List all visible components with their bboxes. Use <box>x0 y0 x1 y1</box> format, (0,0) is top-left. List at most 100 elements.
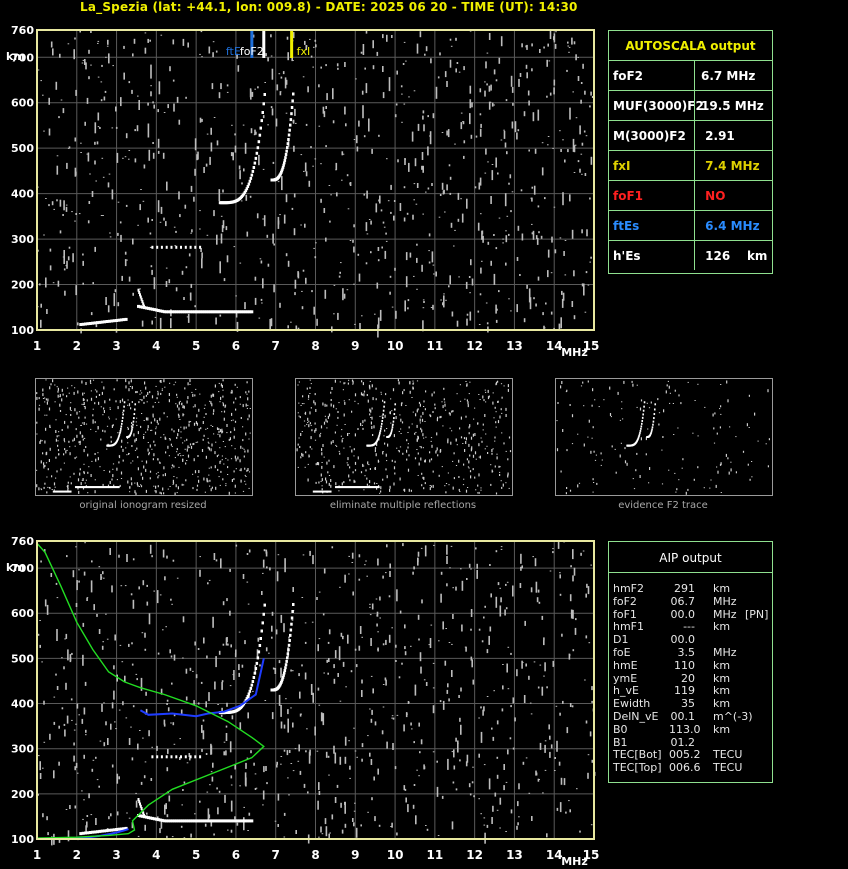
thumbnail-dot <box>417 475 419 476</box>
thumbnail-trace-dot <box>391 426 394 429</box>
x-tick-label: 9 <box>351 848 359 862</box>
thumbnail-dot <box>173 465 175 468</box>
noise-dot <box>163 217 165 221</box>
thumbnail-dot <box>432 470 434 473</box>
noise-dot <box>225 733 228 741</box>
thumbnail-dot <box>244 450 246 453</box>
noise-dot <box>523 111 526 117</box>
noise-dot <box>355 78 357 80</box>
thumbnail-dot <box>125 447 127 449</box>
thumbnail-dot <box>218 428 220 431</box>
noise-dot <box>94 141 96 145</box>
noise-dot <box>82 253 84 256</box>
noise-dot <box>472 679 475 685</box>
thumbnail-dot <box>192 487 194 490</box>
thumbnail-dot <box>726 380 728 384</box>
thumbnail-dot <box>499 466 501 468</box>
noise-dot <box>421 152 424 160</box>
f2-ordinary-trace <box>256 146 260 150</box>
thumbnail-dot <box>213 433 215 435</box>
thumbnail-dot <box>383 435 385 437</box>
noise-dot <box>372 40 374 49</box>
thumbnail-dot <box>113 388 115 391</box>
thumbnail-dot <box>424 460 426 463</box>
thumbnail-dot <box>467 404 469 408</box>
thumbnail-dot <box>474 476 476 479</box>
noise-dot <box>279 214 281 216</box>
noise-dot <box>591 700 593 703</box>
noise-dot <box>276 571 279 582</box>
noise-dot <box>369 752 371 757</box>
thumbnail-dot <box>75 456 78 458</box>
noise-dot <box>553 327 555 329</box>
noise-dot <box>334 650 337 659</box>
thumbnail-dot <box>299 446 301 448</box>
thumbnail-dot <box>320 425 323 429</box>
thumbnail-dot <box>299 416 301 419</box>
thumbnail-dot <box>442 425 444 427</box>
thumbnail-dot <box>425 436 427 438</box>
noise-dot <box>496 774 499 779</box>
thumbnail-dot <box>386 460 388 462</box>
thumbnail-dot <box>458 488 460 491</box>
noise-dot <box>134 129 136 132</box>
thumbnail-dot <box>435 450 437 454</box>
noise-dot <box>463 66 465 71</box>
noise-dot <box>567 45 569 47</box>
noise-dot <box>115 106 117 112</box>
thumbnail-dot <box>160 436 162 438</box>
noise-dot <box>507 646 510 648</box>
thumbnail-dot <box>297 412 299 414</box>
thumbnail-dot <box>233 435 235 439</box>
noise-dot <box>481 260 483 262</box>
noise-dot <box>447 683 449 688</box>
noise-dot <box>480 731 483 743</box>
thumbnail-dot <box>456 444 458 446</box>
thumbnail-dot <box>452 410 454 413</box>
thumbnail-dot <box>326 420 328 423</box>
aip-key: hmF2 <box>613 582 645 595</box>
noise-dot <box>52 48 54 56</box>
noise-dot <box>119 644 122 646</box>
noise-dot <box>98 785 100 788</box>
noise-dot <box>328 185 331 186</box>
thumbnail-dot <box>149 477 151 480</box>
f2-extraordinary-trace <box>283 669 287 672</box>
noise-dot <box>346 289 349 291</box>
thumbnail-noise <box>556 380 770 495</box>
thumbnail-dot <box>129 486 131 489</box>
noise-dot <box>486 824 489 828</box>
thumbnail-dot <box>181 483 183 486</box>
noise-dot <box>294 748 297 750</box>
thumbnail-dot <box>591 437 593 439</box>
noise-dot <box>43 130 45 132</box>
thumbnail-dot <box>727 457 729 460</box>
thumbnail-dot <box>242 426 244 428</box>
noise-dot <box>311 621 314 623</box>
thumbnail-dot <box>169 382 171 384</box>
noise-dot <box>288 794 290 796</box>
thumbnail-dot <box>319 434 321 438</box>
thumbnail-dot <box>499 474 501 476</box>
thumbnail-dot <box>63 438 65 442</box>
thumbnail-dot <box>304 413 306 415</box>
noise-dot <box>48 97 50 105</box>
thumbnail-dot <box>458 459 460 463</box>
noise-dot <box>573 145 576 153</box>
thumbnail-dot <box>122 459 124 462</box>
noise-dot <box>93 604 95 611</box>
noise-dot <box>456 320 459 327</box>
thumbnail-dot <box>240 468 242 472</box>
noise-dot <box>385 232 387 235</box>
thumbnail-dot <box>580 385 583 387</box>
noise-dot <box>423 766 426 770</box>
noise-dot <box>282 71 285 75</box>
noise-dot <box>374 721 377 726</box>
thumbnail-dot <box>44 482 46 485</box>
noise-dot <box>216 234 218 245</box>
f2-ordinary-trace <box>254 667 258 670</box>
thumbnail-dot <box>36 396 38 400</box>
noise-dot <box>375 598 378 600</box>
thumbnail-dot <box>742 450 745 453</box>
thumbnail-dot <box>69 446 71 448</box>
